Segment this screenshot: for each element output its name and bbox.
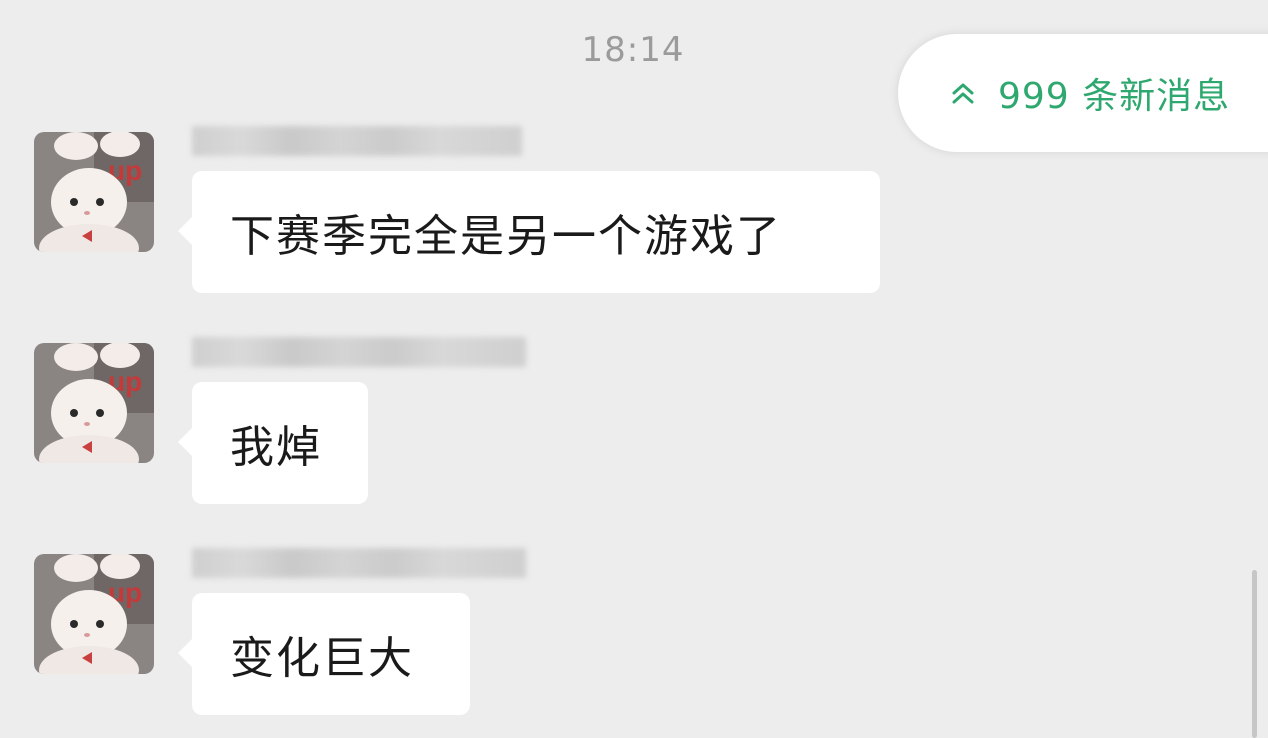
sender-name-redacted [192, 548, 526, 578]
new-messages-label: 999 条新消息 [998, 76, 1231, 117]
message-bubble[interactable]: 下赛季完全是另一个游戏了 [178, 171, 880, 293]
sender-name-redacted [192, 126, 522, 156]
scrollbar[interactable] [1252, 570, 1257, 738]
avatar[interactable] [34, 343, 154, 463]
avatar[interactable] [34, 554, 154, 674]
timestamp: 18:14 [581, 30, 685, 70]
message-bubble[interactable]: 我焯 [178, 382, 368, 504]
message-bubble[interactable]: 变化巨大 [178, 593, 470, 715]
sender-name-redacted [192, 337, 526, 367]
new-messages-button[interactable]: 999 条新消息 [898, 34, 1268, 152]
double-chevron-up-icon [948, 78, 978, 108]
avatar[interactable] [34, 132, 154, 252]
